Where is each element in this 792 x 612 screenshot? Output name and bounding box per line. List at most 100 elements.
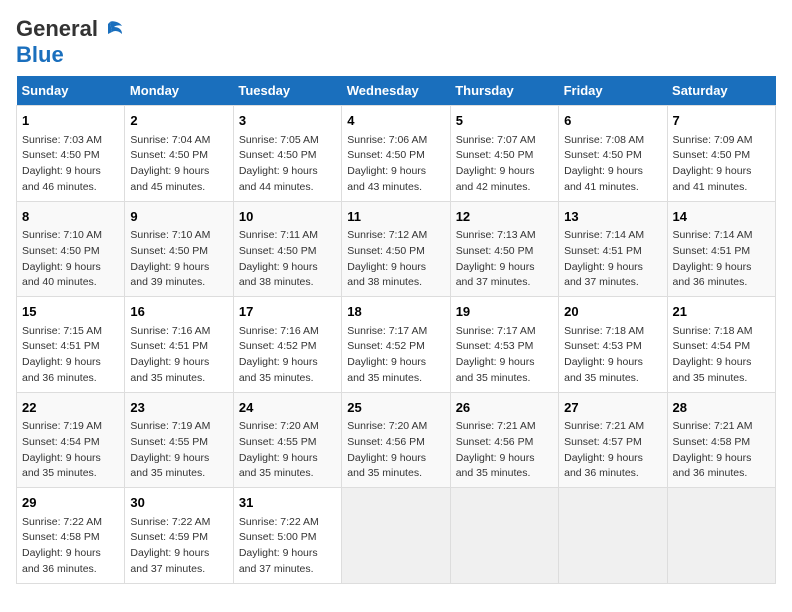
day-info: Sunrise: 7:22 AM Sunset: 5:00 PM Dayligh… (239, 515, 336, 578)
day-info: Sunrise: 7:10 AM Sunset: 4:50 PM Dayligh… (130, 228, 227, 291)
day-info: Sunrise: 7:17 AM Sunset: 4:53 PM Dayligh… (456, 324, 553, 387)
day-info: Sunrise: 7:07 AM Sunset: 4:50 PM Dayligh… (456, 133, 553, 196)
day-number: 29 (22, 493, 119, 513)
day-header-monday: Monday (125, 76, 233, 106)
day-number: 2 (130, 111, 227, 131)
calendar-cell: 6Sunrise: 7:08 AM Sunset: 4:50 PM Daylig… (559, 106, 667, 202)
calendar-cell: 20Sunrise: 7:18 AM Sunset: 4:53 PM Dayli… (559, 297, 667, 393)
calendar-cell: 2Sunrise: 7:04 AM Sunset: 4:50 PM Daylig… (125, 106, 233, 202)
day-number: 30 (130, 493, 227, 513)
week-row-1: 1Sunrise: 7:03 AM Sunset: 4:50 PM Daylig… (17, 106, 776, 202)
header: General Blue (16, 16, 776, 68)
day-info: Sunrise: 7:21 AM Sunset: 4:57 PM Dayligh… (564, 419, 661, 482)
week-row-4: 22Sunrise: 7:19 AM Sunset: 4:54 PM Dayli… (17, 392, 776, 488)
day-number: 16 (130, 302, 227, 322)
day-number: 9 (130, 207, 227, 227)
week-row-2: 8 Sunrise: 7:10 AM Sunset: 4:50 PM Daylig… (17, 201, 776, 297)
day-number: 14 (673, 207, 770, 227)
calendar-cell: 16Sunrise: 7:16 AM Sunset: 4:51 PM Dayli… (125, 297, 233, 393)
calendar-cell: 19Sunrise: 7:17 AM Sunset: 4:53 PM Dayli… (450, 297, 558, 393)
logo-bird-icon (102, 20, 124, 38)
day-number: 25 (347, 398, 444, 418)
day-number: 21 (673, 302, 770, 322)
calendar-cell: 14Sunrise: 7:14 AM Sunset: 4:51 PM Dayli… (667, 201, 775, 297)
calendar-cell: 13Sunrise: 7:14 AM Sunset: 4:51 PM Dayli… (559, 201, 667, 297)
day-number: 1 (22, 111, 119, 131)
day-number: 3 (239, 111, 336, 131)
day-number: 26 (456, 398, 553, 418)
calendar-cell: 24Sunrise: 7:20 AM Sunset: 4:55 PM Dayli… (233, 392, 341, 488)
calendar-cell: 11Sunrise: 7:12 AM Sunset: 4:50 PM Dayli… (342, 201, 450, 297)
day-number: 23 (130, 398, 227, 418)
day-number: 24 (239, 398, 336, 418)
day-info: Sunrise: 7:22 AM Sunset: 4:58 PM Dayligh… (22, 515, 119, 578)
day-number: 18 (347, 302, 444, 322)
calendar-cell: 12Sunrise: 7:13 AM Sunset: 4:50 PM Dayli… (450, 201, 558, 297)
week-row-5: 29Sunrise: 7:22 AM Sunset: 4:58 PM Dayli… (17, 488, 776, 584)
day-info: Sunrise: 7:20 AM Sunset: 4:56 PM Dayligh… (347, 419, 444, 482)
day-header-wednesday: Wednesday (342, 76, 450, 106)
day-info: Sunrise: 7:13 AM Sunset: 4:50 PM Dayligh… (456, 228, 553, 291)
day-number: 7 (673, 111, 770, 131)
day-info: Sunrise: 7:12 AM Sunset: 4:50 PM Dayligh… (347, 228, 444, 291)
day-number: 10 (239, 207, 336, 227)
week-row-3: 15Sunrise: 7:15 AM Sunset: 4:51 PM Dayli… (17, 297, 776, 393)
calendar-cell: 7Sunrise: 7:09 AM Sunset: 4:50 PM Daylig… (667, 106, 775, 202)
day-info: Sunrise: 7:22 AM Sunset: 4:59 PM Dayligh… (130, 515, 227, 578)
day-info: Sunrise: 7:06 AM Sunset: 4:50 PM Dayligh… (347, 133, 444, 196)
day-info: Sunrise: 7:16 AM Sunset: 4:51 PM Dayligh… (130, 324, 227, 387)
calendar-table: SundayMondayTuesdayWednesdayThursdayFrid… (16, 76, 776, 584)
day-number: 31 (239, 493, 336, 513)
day-info: Sunrise: 7:04 AM Sunset: 4:50 PM Dayligh… (130, 133, 227, 196)
calendar-cell (450, 488, 558, 584)
day-number: 5 (456, 111, 553, 131)
calendar-cell (342, 488, 450, 584)
calendar-cell: 23Sunrise: 7:19 AM Sunset: 4:55 PM Dayli… (125, 392, 233, 488)
calendar-cell: 30Sunrise: 7:22 AM Sunset: 4:59 PM Dayli… (125, 488, 233, 584)
calendar-cell: 31Sunrise: 7:22 AM Sunset: 5:00 PM Dayli… (233, 488, 341, 584)
calendar-cell: 28Sunrise: 7:21 AM Sunset: 4:58 PM Dayli… (667, 392, 775, 488)
day-info: Sunrise: 7:18 AM Sunset: 4:54 PM Dayligh… (673, 324, 770, 387)
day-info: Sunrise: 7:20 AM Sunset: 4:55 PM Dayligh… (239, 419, 336, 482)
calendar-cell: 26Sunrise: 7:21 AM Sunset: 4:56 PM Dayli… (450, 392, 558, 488)
day-info: Sunrise: 7:16 AM Sunset: 4:52 PM Dayligh… (239, 324, 336, 387)
calendar-cell: 22Sunrise: 7:19 AM Sunset: 4:54 PM Dayli… (17, 392, 125, 488)
header-row: SundayMondayTuesdayWednesdayThursdayFrid… (17, 76, 776, 106)
day-info: Sunrise: 7:09 AM Sunset: 4:50 PM Dayligh… (673, 133, 770, 196)
day-number: 22 (22, 398, 119, 418)
calendar-cell: 5Sunrise: 7:07 AM Sunset: 4:50 PM Daylig… (450, 106, 558, 202)
day-header-thursday: Thursday (450, 76, 558, 106)
day-info: Sunrise: 7:19 AM Sunset: 4:54 PM Dayligh… (22, 419, 119, 482)
calendar-cell (559, 488, 667, 584)
day-info: Sunrise: 7:19 AM Sunset: 4:55 PM Dayligh… (130, 419, 227, 482)
calendar-cell: 3Sunrise: 7:05 AM Sunset: 4:50 PM Daylig… (233, 106, 341, 202)
logo: General Blue (16, 16, 124, 68)
calendar-cell: 4Sunrise: 7:06 AM Sunset: 4:50 PM Daylig… (342, 106, 450, 202)
day-info: Sunrise: 7:11 AM Sunset: 4:50 PM Dayligh… (239, 228, 336, 291)
day-header-saturday: Saturday (667, 76, 775, 106)
day-header-tuesday: Tuesday (233, 76, 341, 106)
logo-blue: Blue (16, 42, 64, 67)
day-info: Sunrise: 7:03 AM Sunset: 4:50 PM Dayligh… (22, 133, 119, 196)
calendar-cell: 18Sunrise: 7:17 AM Sunset: 4:52 PM Dayli… (342, 297, 450, 393)
day-number: 12 (456, 207, 553, 227)
calendar-cell: 15Sunrise: 7:15 AM Sunset: 4:51 PM Dayli… (17, 297, 125, 393)
calendar-cell: 8Sunrise: 7:10 AM Sunset: 4:50 PM Daylig… (17, 201, 125, 297)
day-info: Sunrise: 7:18 AM Sunset: 4:53 PM Dayligh… (564, 324, 661, 387)
calendar-cell: 1Sunrise: 7:03 AM Sunset: 4:50 PM Daylig… (17, 106, 125, 202)
day-info: Sunrise: 7:21 AM Sunset: 4:58 PM Dayligh… (673, 419, 770, 482)
logo-general: General (16, 16, 98, 42)
day-info: Sunrise: 7:17 AM Sunset: 4:52 PM Dayligh… (347, 324, 444, 387)
calendar-cell: 21Sunrise: 7:18 AM Sunset: 4:54 PM Dayli… (667, 297, 775, 393)
day-info: Sunrise: 7:05 AM Sunset: 4:50 PM Dayligh… (239, 133, 336, 196)
calendar-cell: 9Sunrise: 7:10 AM Sunset: 4:50 PM Daylig… (125, 201, 233, 297)
day-info: Sunrise: 7:14 AM Sunset: 4:51 PM Dayligh… (673, 228, 770, 291)
day-header-sunday: Sunday (17, 76, 125, 106)
day-number: 11 (347, 207, 444, 227)
day-number: 20 (564, 302, 661, 322)
day-number: 13 (564, 207, 661, 227)
calendar-cell: 25Sunrise: 7:20 AM Sunset: 4:56 PM Dayli… (342, 392, 450, 488)
day-number: 8 (22, 207, 119, 227)
calendar-cell (667, 488, 775, 584)
day-number: 17 (239, 302, 336, 322)
